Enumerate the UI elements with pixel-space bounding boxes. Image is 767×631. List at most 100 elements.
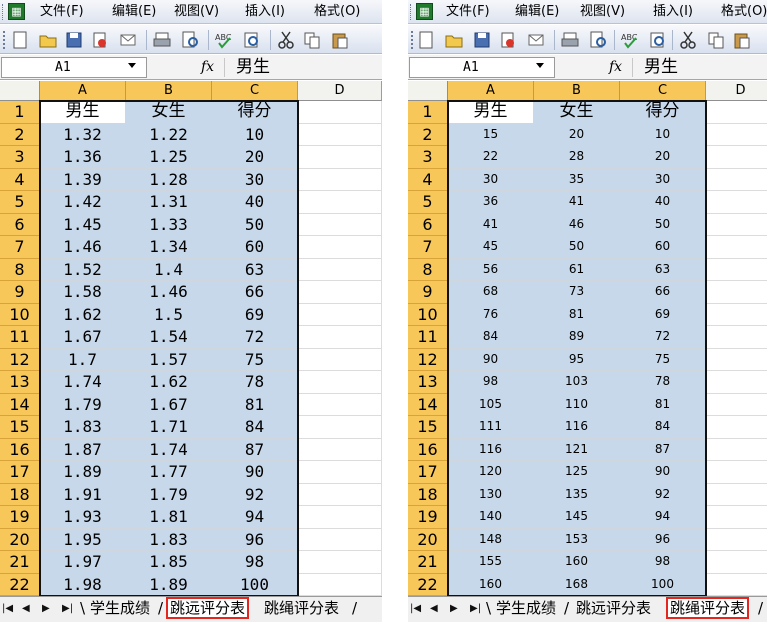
table-cell[interactable]: 35 — [534, 168, 620, 191]
table-cell[interactable]: 1.91 — [40, 483, 126, 506]
toolbar-grip-handle[interactable] — [3, 31, 6, 49]
table-cell[interactable]: 1.57 — [126, 348, 212, 371]
research-icon[interactable] — [648, 30, 668, 50]
permission-icon[interactable] — [498, 30, 518, 50]
table-cell[interactable]: 20 — [620, 146, 706, 169]
sheet-tab-0[interactable]: 学生成绩 — [494, 597, 559, 619]
table-cell[interactable]: 84 — [448, 326, 534, 349]
header-cell[interactable]: 男生 — [448, 101, 534, 124]
row-header[interactable]: 4 — [408, 168, 448, 191]
table-cell[interactable]: 66 — [620, 281, 706, 304]
menu-item-2[interactable]: 视图(V) — [174, 0, 219, 24]
empty-cell[interactable] — [706, 101, 767, 124]
menu-item-4[interactable]: 格式(O) — [314, 0, 360, 24]
sheet-tab-2[interactable]: 跳绳评分表 — [666, 597, 750, 619]
table-cell[interactable]: 30 — [448, 168, 534, 191]
table-cell[interactable]: 1.89 — [126, 573, 212, 596]
menu-grip-handle[interactable] — [410, 4, 413, 20]
table-cell[interactable]: 20 — [212, 146, 298, 169]
empty-cell[interactable] — [298, 236, 382, 259]
table-cell[interactable]: 111 — [448, 416, 534, 439]
table-cell[interactable]: 110 — [534, 393, 620, 416]
column-header-c[interactable]: C — [620, 81, 706, 101]
menu-item-3[interactable]: 插入(I) — [653, 0, 693, 24]
row-header[interactable]: 20 — [408, 528, 448, 551]
empty-cell[interactable] — [706, 303, 767, 326]
table-cell[interactable]: 66 — [212, 281, 298, 304]
table-cell[interactable]: 1.85 — [126, 551, 212, 574]
row-header[interactable]: 15 — [408, 416, 448, 439]
table-cell[interactable]: 103 — [534, 371, 620, 394]
table-cell[interactable]: 94 — [620, 506, 706, 529]
last-sheet-icon[interactable]: ▶| — [62, 601, 73, 617]
table-cell[interactable]: 96 — [620, 528, 706, 551]
cut-icon[interactable] — [276, 30, 296, 50]
row-header[interactable]: 9 — [408, 281, 448, 304]
empty-cell[interactable] — [298, 573, 382, 596]
table-cell[interactable]: 69 — [620, 303, 706, 326]
empty-cell[interactable] — [298, 506, 382, 529]
table-cell[interactable]: 92 — [620, 483, 706, 506]
empty-cell[interactable] — [706, 438, 767, 461]
table-cell[interactable]: 1.77 — [126, 461, 212, 484]
empty-cell[interactable] — [706, 146, 767, 169]
table-cell[interactable]: 81 — [620, 393, 706, 416]
email-icon[interactable] — [118, 30, 138, 50]
name-box[interactable]: A1 — [1, 57, 147, 78]
table-cell[interactable]: 1.83 — [126, 528, 212, 551]
empty-cell[interactable] — [706, 348, 767, 371]
menu-item-0[interactable]: 文件(F) — [40, 0, 84, 24]
row-header[interactable]: 2 — [408, 123, 448, 146]
row-header[interactable]: 13 — [408, 371, 448, 394]
table-cell[interactable]: 15 — [448, 123, 534, 146]
table-cell[interactable]: 1.31 — [126, 191, 212, 214]
table-cell[interactable]: 84 — [212, 416, 298, 439]
row-header[interactable]: 7 — [408, 236, 448, 259]
empty-cell[interactable] — [706, 191, 767, 214]
table-cell[interactable]: 95 — [534, 348, 620, 371]
new-icon[interactable] — [10, 30, 30, 50]
new-icon[interactable] — [416, 30, 436, 50]
row-header[interactable]: 18 — [408, 483, 448, 506]
table-cell[interactable]: 1.79 — [126, 483, 212, 506]
save-icon[interactable] — [472, 30, 492, 50]
column-header-c[interactable]: C — [212, 81, 298, 101]
table-cell[interactable]: 1.67 — [40, 326, 126, 349]
empty-cell[interactable] — [706, 528, 767, 551]
empty-cell[interactable] — [706, 123, 767, 146]
previous-sheet-icon[interactable]: ◀ — [430, 601, 438, 617]
table-cell[interactable]: 155 — [448, 551, 534, 574]
empty-cell[interactable] — [706, 573, 767, 596]
empty-cell[interactable] — [298, 551, 382, 574]
row-header[interactable]: 5 — [408, 191, 448, 214]
empty-cell[interactable] — [298, 258, 382, 281]
table-cell[interactable]: 20 — [534, 123, 620, 146]
table-cell[interactable]: 1.46 — [40, 236, 126, 259]
row-header[interactable]: 8 — [408, 258, 448, 281]
row-header[interactable]: 4 — [0, 168, 40, 191]
row-header[interactable]: 6 — [408, 213, 448, 236]
spelling-icon[interactable]: ABC — [620, 30, 640, 50]
table-cell[interactable]: 1.62 — [126, 371, 212, 394]
header-cell[interactable]: 女生 — [534, 101, 620, 124]
table-cell[interactable]: 1.34 — [126, 236, 212, 259]
first-sheet-icon[interactable]: |◀ — [410, 601, 421, 617]
table-cell[interactable]: 90 — [620, 461, 706, 484]
column-header-b[interactable]: B — [126, 81, 212, 101]
table-cell[interactable]: 145 — [534, 506, 620, 529]
table-cell[interactable]: 98 — [448, 371, 534, 394]
table-cell[interactable]: 1.25 — [126, 146, 212, 169]
insert-function-icon[interactable]: fx — [609, 56, 622, 78]
print-preview-icon[interactable] — [588, 30, 608, 50]
header-cell[interactable]: 男生 — [40, 101, 126, 124]
empty-cell[interactable] — [298, 146, 382, 169]
table-cell[interactable]: 1.7 — [40, 348, 126, 371]
excel-icon[interactable]: ▦ — [8, 3, 25, 20]
open-icon[interactable] — [38, 30, 58, 50]
empty-cell[interactable] — [298, 438, 382, 461]
email-icon[interactable] — [526, 30, 546, 50]
table-cell[interactable]: 1.22 — [126, 123, 212, 146]
header-cell[interactable]: 女生 — [126, 101, 212, 124]
table-cell[interactable]: 1.67 — [126, 393, 212, 416]
empty-cell[interactable] — [706, 281, 767, 304]
